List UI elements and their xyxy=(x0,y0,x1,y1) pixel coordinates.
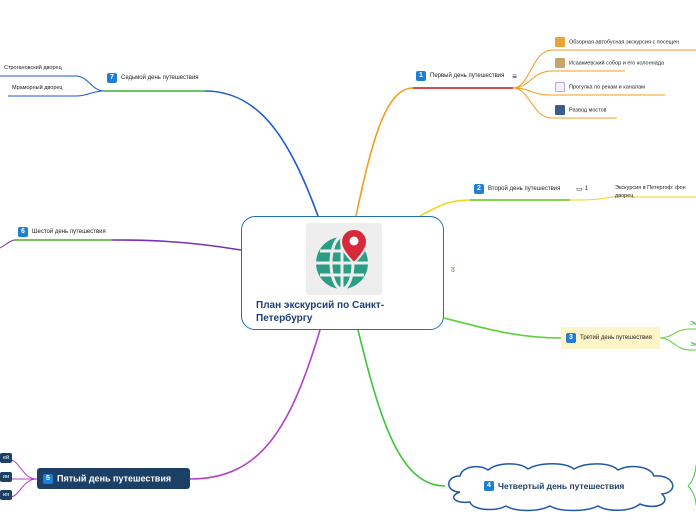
link-branch-5 xyxy=(189,329,321,480)
day-1-item-1[interactable]: Обзорная автобусная экскурсия с посещен xyxy=(555,37,679,47)
day-5-item-1[interactable]: ей xyxy=(0,453,13,463)
day-3-item-2[interactable]: Эк xyxy=(690,342,696,348)
root-title: План экскурсий по Санкт-Петербургу xyxy=(256,300,385,324)
branch-number-badge: 5 xyxy=(43,473,53,484)
branch-number-badge: 4 xyxy=(484,480,494,491)
day-2-item-1[interactable]: Экскурсия в Петергоф: фон дворец xyxy=(615,184,686,200)
link-branch-4 xyxy=(357,329,446,487)
branch-day-6[interactable]: 6 Шестой день путешествия xyxy=(18,227,106,237)
branch-day-5[interactable]: 5 Пятый день путешествия xyxy=(43,473,171,484)
root-topic[interactable]: План экскурсий по Санкт-Петербургу xyxy=(241,216,444,330)
branch-label: Четвертый день путешествия xyxy=(498,480,625,491)
branch-number-badge: 6 xyxy=(18,227,28,237)
branch-label: Пятый день путешествия xyxy=(57,473,172,484)
cathedral-icon xyxy=(555,58,565,68)
map-pin-globe-icon xyxy=(306,223,382,295)
branch-number-badge: 3 xyxy=(566,333,576,343)
branch-label: Первый день путешествия xyxy=(430,73,505,79)
photo-icon xyxy=(555,37,565,47)
walking-person-icon xyxy=(555,82,565,92)
branch-label: Седьмой день путешествия xyxy=(121,75,199,81)
link-branch-3 xyxy=(443,317,562,339)
day-7-item-1[interactable]: Строгановский дворец xyxy=(4,65,62,71)
branch-label: Второй день путешествия xyxy=(488,186,561,192)
branch-number-badge: 1 xyxy=(416,71,426,81)
branch-day-4[interactable]: 4 Четвертый день путешествия xyxy=(484,480,624,491)
link-branch-7 xyxy=(104,90,319,217)
branch-label: Шестой день путешествия xyxy=(32,229,106,235)
day-3-item-1[interactable]: Эк xyxy=(690,321,696,327)
branch-day-7[interactable]: 7 Седьмой день путешествия xyxy=(107,73,199,83)
day-5-item-3[interactable]: ия xyxy=(0,490,13,500)
link-branch-1 xyxy=(355,87,513,217)
comment-count: 1 xyxy=(584,186,589,192)
branch-label: Третий день путешествия xyxy=(580,335,652,341)
link-7-child-2 xyxy=(8,90,105,97)
notes-icon[interactable]: ≡ xyxy=(512,72,517,81)
branch-day-3[interactable]: 3 Третий день путешествия xyxy=(566,333,652,343)
collapse-toggle-icon[interactable]: ᘔ xyxy=(451,268,455,275)
comment-icon[interactable]: ▭ xyxy=(576,186,583,193)
bridge-icon xyxy=(555,105,565,115)
branch-day-1[interactable]: 1 Первый день путешествия ≡ xyxy=(416,71,517,81)
branch-number-badge: 2 xyxy=(474,184,484,194)
day-1-item-3[interactable]: Прогулка по рекам и каналам xyxy=(555,82,645,92)
branch-number-badge: 7 xyxy=(107,73,117,83)
link-branch-2 xyxy=(419,199,570,217)
day-1-item-4[interactable]: Развод мостов xyxy=(555,105,607,115)
link-6-tail xyxy=(0,239,15,249)
mindmap-canvas: План экскурсий по Санкт-Петербургу 1 Перв… xyxy=(0,0,696,520)
branch-day-2[interactable]: 2 Второй день путешествия ▭ 1 xyxy=(474,184,588,194)
link-branch-6 xyxy=(14,239,242,251)
day-7-item-2[interactable]: Мраморный дворец xyxy=(12,85,63,91)
day-1-item-2[interactable]: Исаакиевский собор и его колоннада xyxy=(555,58,664,68)
link-3-child-1 xyxy=(659,328,696,339)
day-5-item-2[interactable]: ии xyxy=(0,472,13,482)
